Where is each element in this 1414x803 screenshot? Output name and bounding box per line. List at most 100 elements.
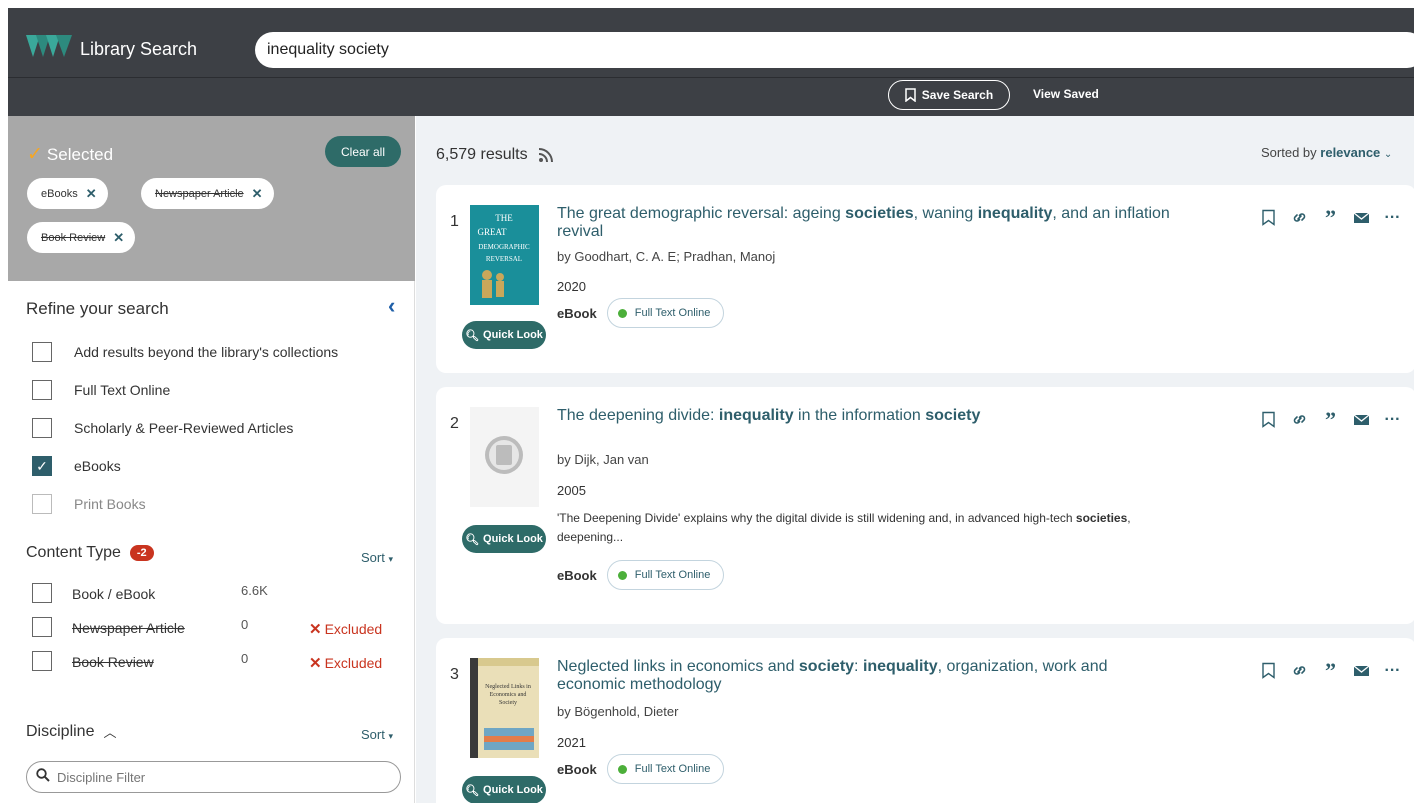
cite-quote-icon[interactable]: ” [1322, 658, 1339, 683]
result-number: 3 [450, 666, 459, 683]
checkbox[interactable] [32, 418, 52, 438]
result-year: 2020 [557, 279, 586, 294]
content-type-label: Book / eBook [72, 586, 156, 602]
view-saved-link[interactable]: View Saved [1033, 87, 1099, 101]
result-year: 2021 [557, 735, 586, 750]
checkbox-disabled [32, 494, 52, 514]
availability-label: Full Text Online [634, 307, 711, 319]
checkbox[interactable] [32, 583, 52, 603]
library-logo-icon[interactable] [26, 35, 72, 57]
bookmark-icon [905, 88, 916, 102]
full-text-online-button[interactable]: Full Text Online [606, 298, 725, 328]
content-type-label: Newspaper Article [72, 620, 185, 636]
content-type-row-book[interactable]: Book / eBook 6.6K [32, 583, 402, 605]
excluded-label: Excluded [324, 655, 383, 671]
checkbox-checked[interactable]: ✓ [32, 456, 52, 476]
available-dot-icon [617, 570, 627, 580]
cite-quote-icon[interactable]: ” [1322, 407, 1339, 432]
title-highlight: inequality [977, 205, 1053, 222]
content-type-label: Book Review [72, 654, 154, 670]
link-icon[interactable] [1291, 662, 1308, 679]
filter-beyond-collections[interactable]: Add results beyond the library's collect… [32, 341, 338, 363]
snippet-part: 'The Deepening Divide' explains why the … [557, 511, 1076, 525]
link-icon[interactable] [1291, 209, 1308, 226]
app-title[interactable]: Library Search [80, 39, 197, 60]
filter-label: Full Text Online [74, 382, 171, 398]
available-dot-icon [617, 764, 627, 774]
filter-ebooks[interactable]: ✓ eBooks [32, 455, 121, 477]
refine-title: Refine your search [26, 299, 169, 318]
availability-label: Full Text Online [634, 569, 711, 581]
chip-ebooks[interactable]: eBooks ✕ [27, 178, 108, 209]
email-icon[interactable] [1353, 411, 1370, 428]
result-author[interactable]: by Dijk, Jan van [557, 452, 649, 467]
selected-label: Selected [46, 144, 114, 164]
email-icon[interactable] [1353, 209, 1370, 226]
content-type-row-newspaper[interactable]: Newspaper Article 0 ✕ Excluded [32, 617, 402, 639]
remove-x-icon[interactable]: ✕ [252, 186, 263, 202]
magnifier-icon: 🔍︎ [465, 329, 480, 342]
content-type-row-book-review[interactable]: Book Review 0 ✕ Excluded [32, 651, 402, 673]
cover-text: Society [499, 700, 517, 706]
checkbox[interactable] [32, 617, 52, 637]
remove-x-icon[interactable]: ✕ [86, 186, 97, 202]
cover-text: Economics and [490, 692, 527, 698]
discipline-heading[interactable]: Discipline ︿ [26, 722, 116, 741]
result-number: 1 [450, 213, 459, 230]
bookmark-icon[interactable] [1260, 411, 1277, 428]
filter-full-text-online[interactable]: Full Text Online [32, 379, 170, 401]
filter-scholarly[interactable]: Scholarly & Peer-Reviewed Articles [32, 417, 293, 439]
remove-x-icon[interactable]: ✕ [113, 230, 124, 246]
content-type-sort[interactable]: Sort ▾ [361, 550, 393, 565]
quick-look-button[interactable]: 🔍︎ Quick Look [462, 321, 546, 349]
quick-look-button[interactable]: 🔍︎ Quick Look [462, 776, 546, 803]
cover-text: GREAT [478, 227, 508, 237]
cover-text: Neglected Links in [485, 684, 531, 690]
chip-book-review[interactable]: Book Review ✕ [27, 222, 136, 253]
checkbox[interactable] [32, 342, 52, 362]
save-search-button[interactable]: Save Search [888, 80, 1010, 110]
bookmark-icon[interactable] [1260, 662, 1277, 679]
result-title-link[interactable]: The great demographic reversal: ageing s… [557, 205, 1177, 241]
content-type-count: 6.6K [241, 583, 268, 598]
title-part: , waning [913, 205, 978, 222]
content-type-heading[interactable]: Content Type -2 [26, 544, 154, 562]
quick-look-label: Quick Look [483, 784, 543, 796]
filter-label: Scholarly & Peer-Reviewed Articles [74, 420, 294, 436]
magnifier-icon: 🔍︎ [465, 533, 480, 546]
checkmark-icon: ✓ [27, 144, 43, 165]
link-icon[interactable] [1291, 411, 1308, 428]
checkbox[interactable] [32, 651, 52, 671]
sort-dropdown[interactable]: Sorted by relevance ⌄ [1261, 145, 1392, 160]
search-input[interactable] [255, 32, 1414, 68]
book-cover-image[interactable]: THE GREAT DEMOGRAPHIC REVERSAL [470, 205, 539, 305]
result-title-link[interactable]: The deepening divide: inequality in the … [557, 407, 1177, 425]
clear-all-button[interactable]: Clear all [325, 136, 401, 167]
quick-look-button[interactable]: 🔍︎ Quick Look [462, 525, 546, 553]
chip-newspaper-article[interactable]: Newspaper Article ✕ [141, 178, 274, 209]
excluded-toggle[interactable]: ✕ Excluded [309, 654, 382, 672]
rss-icon[interactable] [538, 147, 554, 163]
excluded-toggle[interactable]: ✕ Excluded [309, 620, 382, 638]
more-options-icon[interactable]: ··· [1384, 209, 1401, 226]
chevron-left-icon[interactable]: ‹ [388, 293, 395, 319]
snippet-highlight: societies [1075, 511, 1128, 525]
email-icon[interactable] [1353, 662, 1370, 679]
discipline-sort[interactable]: Sort ▾ [361, 727, 393, 742]
more-options-icon[interactable]: ··· [1384, 662, 1401, 679]
selected-title: ✓ Selected [27, 143, 113, 166]
discipline-filter-input[interactable] [26, 761, 401, 793]
result-author[interactable]: by Bögenhold, Dieter [557, 704, 678, 719]
checkbox[interactable] [32, 380, 52, 400]
cite-quote-icon[interactable]: ” [1322, 205, 1339, 230]
bookmark-icon[interactable] [1260, 209, 1277, 226]
book-cover-image[interactable]: Neglected Links in Economics and Society [470, 658, 539, 758]
section-title: Discipline [26, 722, 95, 740]
x-icon: ✕ [309, 655, 322, 672]
more-options-icon[interactable]: ··· [1384, 411, 1401, 428]
result-author[interactable]: by Goodhart, C. A. E; Pradhan, Manoj [557, 249, 775, 264]
generic-book-icon[interactable] [470, 407, 539, 507]
full-text-online-button[interactable]: Full Text Online [606, 754, 725, 784]
result-title-link[interactable]: Neglected links in economics and society… [557, 658, 1177, 694]
full-text-online-button[interactable]: Full Text Online [606, 560, 725, 590]
